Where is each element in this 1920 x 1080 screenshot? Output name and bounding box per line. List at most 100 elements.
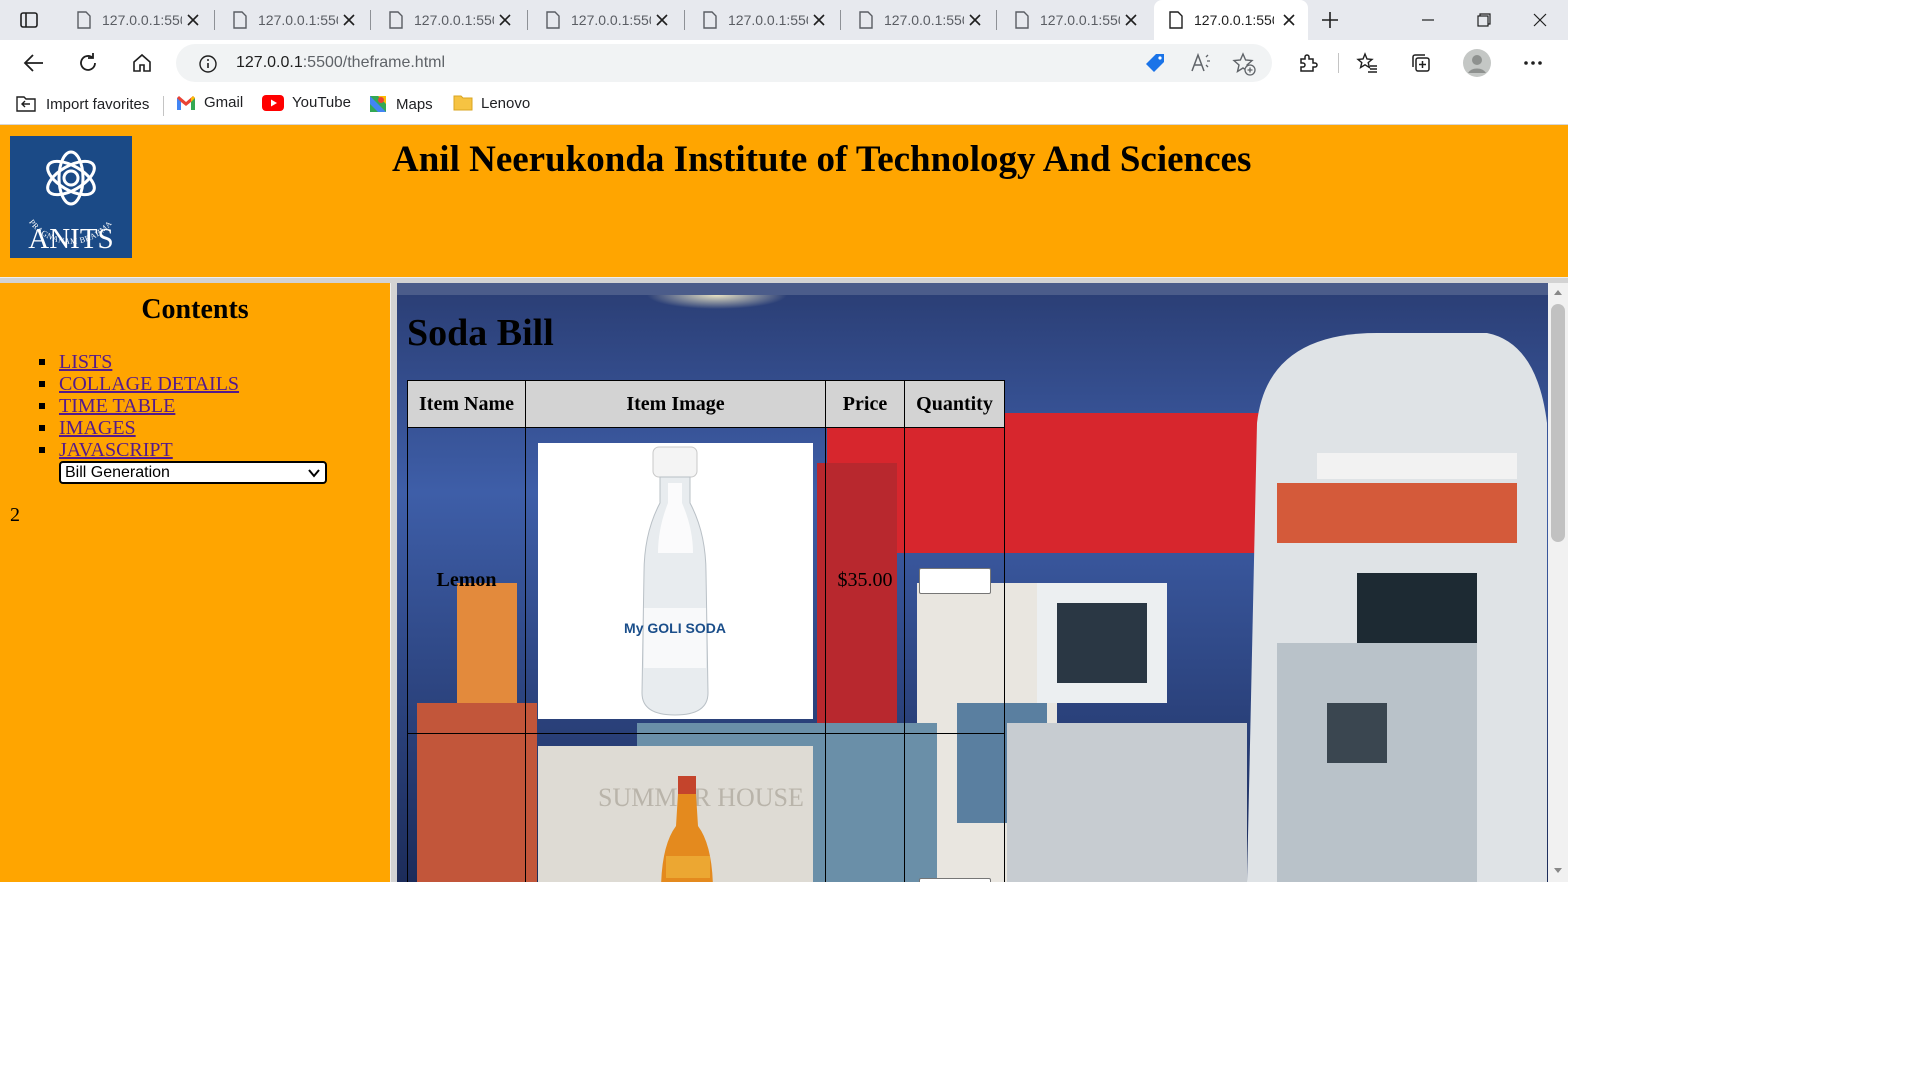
back-button[interactable] <box>18 47 50 79</box>
tab-title: 127.0.0.1:5500/ <box>728 12 808 28</box>
link-javascript[interactable]: JAVASCRIPT <box>59 439 173 461</box>
header-frame: PRAGNANAM BRAHMA ANITS Anil Neerukonda I… <box>0 125 1568 277</box>
close-tab-icon[interactable] <box>1122 11 1140 29</box>
bill-table: Item Name Item Image Price Quantity Lemo… <box>407 380 1005 882</box>
col-item-name: Item Name <box>407 380 526 428</box>
page-icon <box>389 11 403 29</box>
close-tab-icon[interactable] <box>1280 11 1298 29</box>
shopping-tag-icon[interactable] <box>1144 52 1166 74</box>
tab-actions-button[interactable] <box>0 0 58 40</box>
gmail-label: Gmail <box>204 94 244 111</box>
tab-4[interactable]: 127.0.0.1:5500/ <box>531 0 681 40</box>
minimize-icon <box>1422 19 1434 21</box>
tab-6[interactable]: 127.0.0.1:5500/ <box>844 0 994 40</box>
scrollbar-thumb[interactable] <box>1551 304 1565 542</box>
tab-separator <box>527 10 528 30</box>
home-icon <box>133 53 151 72</box>
youtube-bookmark[interactable]: YouTube <box>262 94 351 111</box>
tab-actions-icon <box>20 12 38 28</box>
close-icon <box>1533 13 1547 27</box>
tab-title: 127.0.0.1:5500/ <box>1194 12 1274 28</box>
table-row: Lemon My GOLI SODA $35.00 <box>407 427 1005 734</box>
tab-separator <box>214 10 215 30</box>
import-favorites-label: Import favorites <box>46 95 150 113</box>
close-tab-icon[interactable] <box>340 11 358 29</box>
list-item: IMAGES <box>39 417 239 439</box>
lenovo-folder[interactable]: Lenovo <box>453 94 530 112</box>
close-tab-icon[interactable] <box>184 11 202 29</box>
settings-more-button[interactable] <box>1517 47 1549 79</box>
quantity-input[interactable] <box>918 877 991 882</box>
avatar-icon <box>1463 49 1491 77</box>
gmail-icon <box>177 95 195 110</box>
page-select-value: Bill Generation <box>65 464 170 481</box>
orange-soda-bottle-icon: SUMMER HOUSE <box>538 746 813 882</box>
import-icon <box>16 96 36 112</box>
info-icon[interactable] <box>198 54 218 74</box>
list-item: COLLAGE DETAILS <box>39 373 239 395</box>
bottle-label: My GOLI SODA <box>624 620 726 636</box>
bookmarks-separator <box>163 96 164 116</box>
tab-7[interactable]: 127.0.0.1:5500/ <box>1000 0 1150 40</box>
maps-label: Maps <box>396 95 433 113</box>
lenovo-label: Lenovo <box>481 94 531 112</box>
page-icon <box>703 11 717 29</box>
quantity-input[interactable] <box>918 567 991 594</box>
link-collage-details[interactable]: COLLAGE DETAILS <box>59 373 239 395</box>
refresh-button[interactable] <box>72 47 104 79</box>
tab-title: 127.0.0.1:5500/ <box>258 12 338 28</box>
add-favorite-icon[interactable] <box>1232 52 1256 76</box>
maps-bookmark[interactable]: Maps <box>368 94 433 114</box>
more-dots-icon <box>1524 61 1542 65</box>
lemon-soda-image: My GOLI SODA <box>538 442 813 719</box>
tab-title: 127.0.0.1:5500/ <box>414 12 494 28</box>
collections-button[interactable] <box>1405 47 1437 79</box>
link-time-table[interactable]: TIME TABLE <box>59 395 175 417</box>
scroll-down-icon[interactable] <box>1553 867 1563 875</box>
new-tab-button[interactable] <box>1310 0 1350 40</box>
tab-title: 127.0.0.1:5500/ <box>884 12 964 28</box>
close-window-button[interactable] <box>1512 0 1568 40</box>
close-tab-icon[interactable] <box>810 11 828 29</box>
profile-button[interactable] <box>1461 47 1493 79</box>
poster-text: SUMMER HOUSE <box>598 783 804 812</box>
import-favorites-link[interactable]: Import favorites <box>16 94 149 114</box>
collections-icon <box>1412 54 1430 72</box>
address-bar[interactable]: 127.0.0.1:5500/theframe.html <box>176 44 1272 82</box>
list-item: LISTS <box>39 351 239 373</box>
table-header-row: Item Name Item Image Price Quantity <box>407 380 1005 428</box>
plus-icon <box>1322 12 1338 28</box>
chevron-down-icon <box>308 469 320 478</box>
close-tab-icon[interactable] <box>653 11 671 29</box>
bill-title: Soda Bill <box>407 312 554 354</box>
counter-text: 2 <box>10 504 20 526</box>
col-price: Price <box>825 380 905 428</box>
tab-1[interactable]: 127.0.0.1:5500/ <box>62 0 212 40</box>
main-frame: Soda Bill Item Name Item Image Price Qua… <box>397 283 1548 882</box>
restore-button[interactable] <box>1456 0 1512 40</box>
close-tab-icon[interactable] <box>496 11 514 29</box>
favorites-button[interactable] <box>1351 47 1383 79</box>
page-icon <box>77 11 91 29</box>
page-select[interactable]: Bill Generation <box>59 461 327 484</box>
tab-3[interactable]: 127.0.0.1:5500/ <box>374 0 524 40</box>
frame-divider-vertical[interactable] <box>390 283 397 882</box>
tab-strip: 127.0.0.1:5500/ 127.0.0.1:5500/ 127.0.0.… <box>0 0 1568 40</box>
list-item: JAVASCRIPT <box>39 439 239 461</box>
scroll-up-icon[interactable] <box>1553 288 1563 296</box>
logo-emblem-icon: PRAGNANAM BRAHMA ANITS <box>27 150 114 255</box>
tab-5[interactable]: 127.0.0.1:5500/ <box>688 0 838 40</box>
tab-2[interactable]: 127.0.0.1:5500/ <box>218 0 368 40</box>
minimize-button[interactable] <box>1400 0 1456 40</box>
contents-frame: Contents LISTS COLLAGE DETAILS TIME TABL… <box>0 283 390 882</box>
close-tab-icon[interactable] <box>966 11 984 29</box>
link-images[interactable]: IMAGES <box>59 417 136 439</box>
link-lists[interactable]: LISTS <box>59 351 112 373</box>
read-aloud-icon[interactable] <box>1190 53 1212 73</box>
item-quantity-cell <box>904 733 1005 882</box>
tab-8-active[interactable]: 127.0.0.1:5500/ <box>1154 0 1308 40</box>
extensions-button[interactable] <box>1292 47 1324 79</box>
gmail-bookmark[interactable]: Gmail <box>176 94 243 111</box>
home-button[interactable] <box>126 47 158 79</box>
folder-icon <box>453 95 473 111</box>
